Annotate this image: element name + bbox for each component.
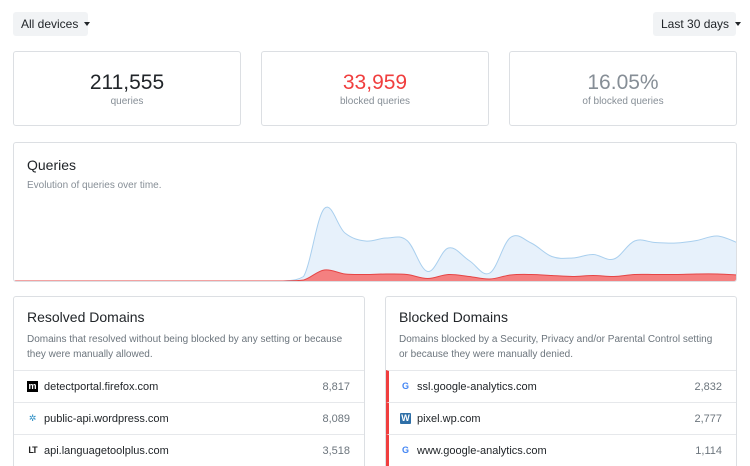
domain-name: api.languagetoolplus.com — [44, 444, 169, 457]
date-range-dropdown[interactable]: Last 30 days — [653, 12, 742, 36]
domain-count: 8,817 — [322, 380, 350, 393]
chart-description: Evolution of queries over time. — [27, 180, 162, 191]
list-item[interactable]: LT api.languagetoolplus.com 3,518 — [14, 434, 364, 466]
card-title: Blocked Domains — [399, 309, 508, 325]
wordpress-gear-icon: ✲ — [28, 413, 37, 423]
google-icon: G — [401, 381, 409, 391]
card-title: Resolved Domains — [27, 309, 145, 325]
domain-name: detectportal.firefox.com — [44, 380, 159, 393]
google-icon: G — [401, 445, 409, 455]
stat-label: queries — [110, 96, 144, 107]
stat-card-blocked-percentage: 16.05% of blocked queries — [509, 51, 737, 126]
list-item[interactable]: ✲ public-api.wordpress.com 8,089 — [14, 402, 364, 434]
list-item[interactable]: m detectportal.firefox.com 8,817 — [14, 370, 364, 402]
domain-count: 2,777 — [694, 412, 722, 425]
resolved-domains-card: Resolved Domains Domains that resolved w… — [13, 296, 365, 466]
wordpress-icon: W — [400, 413, 411, 424]
stat-value: 211,555 — [89, 71, 165, 94]
queries-chart — [14, 206, 736, 281]
caret-down-icon — [735, 22, 742, 26]
domain-count: 3,518 — [322, 444, 350, 457]
domain-count: 8,089 — [322, 412, 350, 425]
caret-down-icon — [84, 22, 91, 26]
mozilla-icon: m — [27, 381, 38, 392]
list-item[interactable]: G ssl.google-analytics.com 2,832 — [386, 370, 736, 402]
card-description: Domains that resolved without being bloc… — [27, 334, 343, 360]
languagetool-icon: LT — [28, 445, 37, 455]
resolved-domain-list: m detectportal.firefox.com 8,817 ✲ publi… — [14, 370, 364, 466]
domain-name: pixel.wp.com — [417, 412, 481, 425]
devices-dropdown-label: All devices — [21, 17, 79, 31]
stat-value: 33,959 — [342, 71, 408, 94]
domain-name: ssl.google-analytics.com — [417, 380, 537, 393]
stat-label: of blocked queries — [582, 96, 664, 107]
chart-title: Queries — [27, 157, 77, 173]
domain-count: 2,832 — [694, 380, 722, 393]
list-item[interactable]: G www.google-analytics.com 1,114 — [386, 434, 736, 466]
list-item[interactable]: W pixel.wp.com 2,777 — [386, 402, 736, 434]
queries-chart-card: Queries Evolution of queries over time. — [13, 142, 737, 282]
card-description: Domains blocked by a Security, Privacy a… — [399, 334, 713, 360]
domain-count: 1,114 — [695, 444, 722, 457]
stat-card-queries: 211,555 queries — [13, 51, 241, 126]
all-queries-area — [14, 207, 736, 281]
domain-name: www.google-analytics.com — [417, 444, 547, 457]
blocked-domain-list: G ssl.google-analytics.com 2,832 W pixel… — [386, 370, 736, 466]
stat-value: 16.05% — [587, 71, 659, 94]
blocked-domains-card: Blocked Domains Domains blocked by a Sec… — [385, 296, 737, 466]
domain-name: public-api.wordpress.com — [44, 412, 169, 425]
stat-card-blocked-queries: 33,959 blocked queries — [261, 51, 489, 126]
stat-label: blocked queries — [339, 96, 411, 107]
devices-dropdown[interactable]: All devices — [13, 12, 91, 36]
date-range-dropdown-label: Last 30 days — [661, 17, 730, 31]
